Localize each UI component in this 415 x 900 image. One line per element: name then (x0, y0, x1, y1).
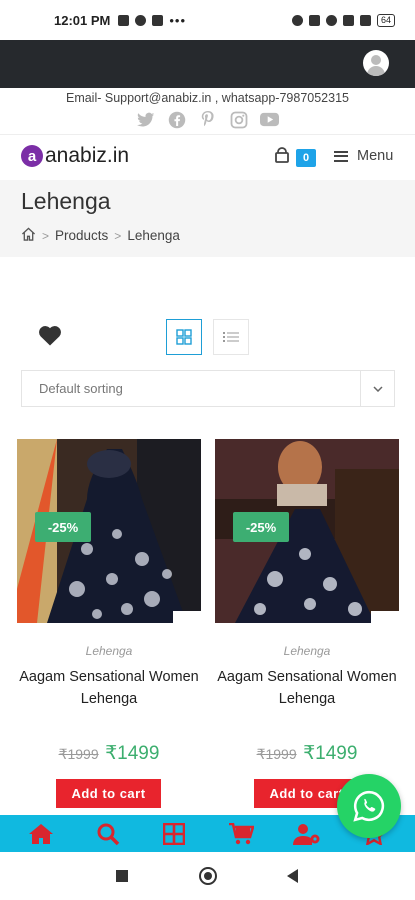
whatsapp-icon (353, 790, 385, 822)
brand-watermark-icon (371, 611, 399, 623)
twitter-icon[interactable] (136, 110, 155, 129)
alarm-icon (325, 14, 337, 26)
product-image[interactable]: -25% (17, 439, 201, 623)
grid-view-icon (176, 329, 192, 345)
status-bar: 12:01 PM ••• 64 (0, 0, 415, 40)
sale-badge: -25% (233, 512, 289, 542)
menu-label: Menu (357, 148, 394, 164)
sorting-selected-value: Default sorting (39, 381, 123, 396)
price-new: ₹1499 (303, 743, 358, 764)
facebook-icon[interactable] (167, 110, 186, 129)
system-navigation-bar (0, 852, 415, 900)
product-image[interactable]: -25% (215, 439, 399, 623)
breadcrumb-separator: > (42, 228, 50, 243)
cart-icon[interactable] (274, 147, 290, 168)
status-notification-icons: ••• (118, 13, 186, 28)
whatsapp-chat-button[interactable] (337, 774, 401, 838)
cart-icon[interactable] (226, 819, 256, 849)
product-category[interactable]: Lehenga (17, 644, 201, 658)
pinterest-icon[interactable] (198, 110, 217, 129)
more-status-icon: ••• (169, 12, 187, 28)
price-old: ₹1999 (256, 746, 297, 762)
menu-button[interactable]: Menu (334, 148, 393, 164)
status-time: 12:01 PM (54, 12, 111, 28)
site-header: a anabiz.in 0 Menu (0, 134, 415, 180)
product-category[interactable]: Lehenga (215, 644, 399, 658)
wishlist-heart-icon[interactable] (38, 325, 62, 351)
contact-info: Email- Support@anabiz.in , whatsapp-7987… (65, 91, 349, 105)
list-view-icon (223, 332, 239, 342)
hamburger-icon (334, 150, 348, 162)
headset-icon (291, 14, 303, 26)
page-title-bar: Lehenga > Products > Lehenga (0, 180, 415, 257)
social-links (0, 110, 415, 129)
breadcrumb-separator: > (114, 228, 122, 243)
cart-count-badge: 0 (296, 149, 316, 167)
chevron-down-icon[interactable] (360, 371, 394, 406)
media-status-icon (152, 14, 164, 26)
whatsapp-status-icon (135, 14, 147, 26)
page-title: Lehenga (21, 188, 111, 214)
site-logo[interactable]: a anabiz.in (21, 144, 129, 168)
signal-icon (342, 14, 354, 26)
logo-mark: a (21, 145, 43, 167)
brand-watermark-icon (173, 611, 201, 623)
instagram-icon[interactable] (229, 110, 248, 129)
settings-status-icon (118, 14, 130, 26)
home-circle-icon[interactable] (199, 867, 217, 885)
back-icon[interactable] (287, 869, 298, 883)
wifi-icon (359, 14, 371, 26)
product-title[interactable]: Aagam Sensational Women Lehenga (17, 666, 201, 710)
breadcrumb-current: Lehenga (127, 228, 180, 243)
breadcrumb-products-link[interactable]: Products (55, 228, 108, 243)
status-system-icons: 64 (291, 13, 395, 27)
top-bar (0, 40, 415, 88)
recent-apps-icon[interactable] (116, 870, 128, 882)
bluetooth-icon (308, 14, 320, 26)
list-view-button[interactable] (213, 319, 249, 355)
search-icon[interactable] (93, 819, 123, 849)
product-price: ₹1999 ₹1499 (215, 742, 399, 765)
home-icon[interactable] (26, 819, 56, 849)
sorting-select[interactable]: Default sorting (21, 370, 395, 407)
user-avatar-icon[interactable] (363, 50, 389, 76)
product-title[interactable]: Aagam Sensational Women Lehenga (215, 666, 399, 710)
breadcrumb: > Products > Lehenga (21, 227, 180, 244)
home-icon[interactable] (21, 227, 36, 244)
grid-view-button[interactable] (166, 319, 202, 355)
price-old: ₹1999 (58, 746, 99, 762)
logo-text: anabiz.in (45, 144, 130, 167)
battery-icon: 64 (376, 13, 395, 27)
add-to-cart-button[interactable]: Add to cart (56, 779, 161, 808)
product-price: ₹1999 ₹1499 (17, 742, 201, 765)
account-settings-icon[interactable] (292, 819, 322, 849)
price-new: ₹1499 (105, 743, 160, 764)
sale-badge: -25% (35, 512, 91, 542)
youtube-icon[interactable] (260, 110, 279, 129)
categories-icon[interactable] (159, 819, 189, 849)
